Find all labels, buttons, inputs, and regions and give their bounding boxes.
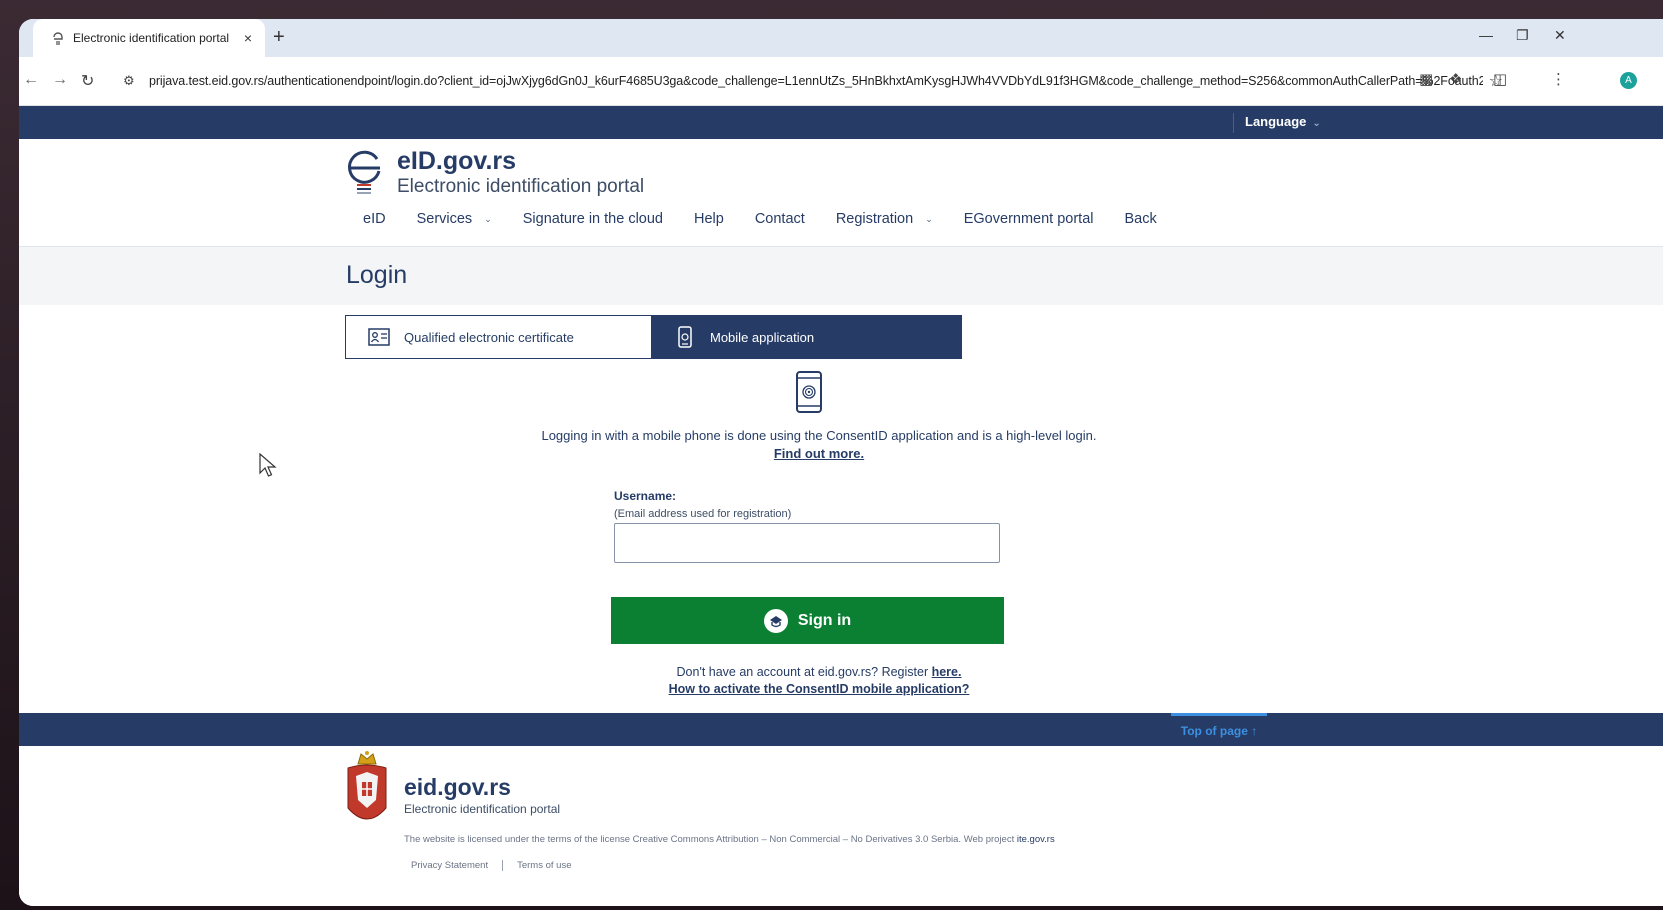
language-label: Language (1245, 114, 1307, 129)
register-text: Don't have an account at eid.gov.rs? Reg… (676, 665, 932, 679)
extensions-icon[interactable]: ❖ (1449, 70, 1462, 88)
side-panel-icon[interactable]: ◫ (1493, 70, 1507, 88)
browser-tab[interactable]: Electronic identification portal × (33, 19, 265, 57)
ite-link[interactable]: ite.gov.rs (1017, 834, 1055, 845)
logo-title[interactable]: eID.gov.rs (397, 147, 516, 176)
site-header: eID.gov.rs Electronic identification por… (19, 139, 1663, 247)
profile-avatar[interactable]: A (1620, 72, 1637, 89)
web-page: Language ⌄ eID.gov.rs Electronic identifi… (19, 106, 1663, 906)
fingerprint-phone-icon (796, 371, 822, 413)
tab-label: Qualified electronic certificate (404, 329, 574, 345)
mouse-cursor-icon (259, 453, 277, 477)
main-nav: eID Services ⌄ Signature in the cloud Hel… (363, 211, 1188, 227)
nav-label: eID (363, 211, 386, 227)
username-input[interactable] (614, 523, 1000, 563)
consentid-icon (763, 608, 788, 633)
register-info: Don't have an account at eid.gov.rs? Reg… (369, 664, 1269, 698)
logo-subtitle: Electronic identification portal (397, 176, 645, 197)
top-bar: Language ⌄ (19, 106, 1663, 139)
tab-qualified-certificate[interactable]: Qualified electronic certificate (346, 316, 652, 358)
tab-title: Electronic identification portal (73, 31, 230, 45)
divider (1233, 113, 1234, 133)
login-method-tabs: Qualified electronic certificate Mobile … (345, 315, 962, 359)
site-settings-icon[interactable]: ⚙ (123, 73, 139, 89)
activate-consentid-link[interactable]: How to activate the ConsentID mobile app… (669, 682, 970, 696)
privacy-statement-link[interactable]: Privacy Statement (411, 860, 504, 871)
nav-label: Signature in the cloud (522, 211, 663, 227)
close-tab-icon[interactable]: × (239, 30, 257, 46)
nav-item-registration[interactable]: Registration ⌄ (836, 211, 933, 227)
restore-icon[interactable]: ❐ (1516, 27, 1529, 44)
nav-item-services[interactable]: Services ⌄ (417, 211, 492, 227)
url-text[interactable]: prijava.test.eid.gov.rs/authenticationen… (149, 74, 1483, 88)
login-header-band: Login (19, 247, 1663, 305)
info-text: Logging in with a mobile phone is done u… (541, 428, 1097, 443)
tab-strip: Electronic identification portal × + — ❐… (19, 19, 1663, 57)
nav-item-contact[interactable]: Contact (755, 211, 805, 227)
browser-toolbar: ← → ↻ ⚙ prijava.test.eid.gov.rs/authenti… (19, 57, 1663, 106)
back-icon[interactable]: ← (23, 71, 39, 89)
license-body: The website is licensed under the terms … (404, 834, 1017, 845)
chevron-down-icon: ⌄ (484, 213, 492, 224)
nav-label: Services (416, 211, 473, 227)
nav-label: Help (694, 211, 724, 227)
sign-in-button[interactable]: Sign in (611, 597, 1004, 644)
cast-icon[interactable]: ▩ (1419, 70, 1433, 88)
nav-item-eid[interactable]: eID (363, 211, 386, 227)
nav-label: EGovernment portal (963, 211, 1094, 227)
nav-item-help[interactable]: Help (694, 211, 724, 227)
nav-item-signature-cloud[interactable]: Signature in the cloud (523, 211, 663, 227)
mobile-login-info: Logging in with a mobile phone is done u… (369, 427, 1269, 463)
mobile-phone-icon (678, 326, 692, 348)
nav-item-egovernment[interactable]: EGovernment portal (964, 211, 1094, 227)
footer-bar: Top of page ↑ (19, 713, 1663, 746)
serbian-coat-of-arms-icon (347, 751, 387, 820)
new-tab-button[interactable]: + (273, 27, 285, 47)
footer-links: Privacy Statement Terms of use (411, 860, 599, 871)
nav-label: Contact (754, 211, 805, 227)
nav-label: Registration (835, 211, 914, 227)
chevron-down-icon: ⌄ (925, 213, 933, 224)
browser-window: Electronic identification portal × + — ❐… (19, 19, 1663, 906)
terms-of-use-link[interactable]: Terms of use (517, 860, 585, 871)
username-label: Username: (614, 489, 677, 503)
nav-item-back[interactable]: Back (1125, 211, 1157, 227)
tab-mobile-application[interactable]: Mobile application (652, 316, 961, 358)
address-bar[interactable]: ⚙ prijava.test.eid.gov.rs/authentication… (123, 66, 1503, 96)
reload-icon[interactable]: ↻ (81, 71, 94, 91)
license-text: The website is licensed under the terms … (404, 834, 1055, 845)
tab-label: Mobile application (710, 329, 815, 345)
site-footer: eid.gov.rs Electronic identification por… (19, 746, 1663, 906)
minimize-icon[interactable]: — (1479, 27, 1493, 43)
page-title: Login (346, 261, 408, 289)
register-here-link[interactable]: here. (932, 665, 962, 679)
forward-icon[interactable]: → (52, 71, 68, 89)
eid-logo-icon[interactable] (346, 147, 386, 195)
chevron-down-icon: ⌄ (1312, 118, 1321, 129)
footer-title[interactable]: eid.gov.rs (404, 774, 511, 801)
footer-subtitle: Electronic identification portal (404, 802, 561, 816)
top-of-page-link[interactable]: Top of page ↑ (1171, 713, 1267, 746)
nav-label: Back (1124, 211, 1157, 227)
language-selector[interactable]: Language ⌄ (1245, 114, 1321, 129)
id-card-icon (368, 328, 390, 346)
find-out-more-link[interactable]: Find out more. (369, 445, 1269, 463)
sign-in-label: Sign in (797, 611, 852, 629)
username-hint: (Email address used for registration) (614, 508, 792, 520)
close-window-icon[interactable]: ✕ (1554, 27, 1566, 44)
menu-icon[interactable]: ⋮ (1551, 70, 1566, 88)
favicon-icon (51, 31, 65, 45)
